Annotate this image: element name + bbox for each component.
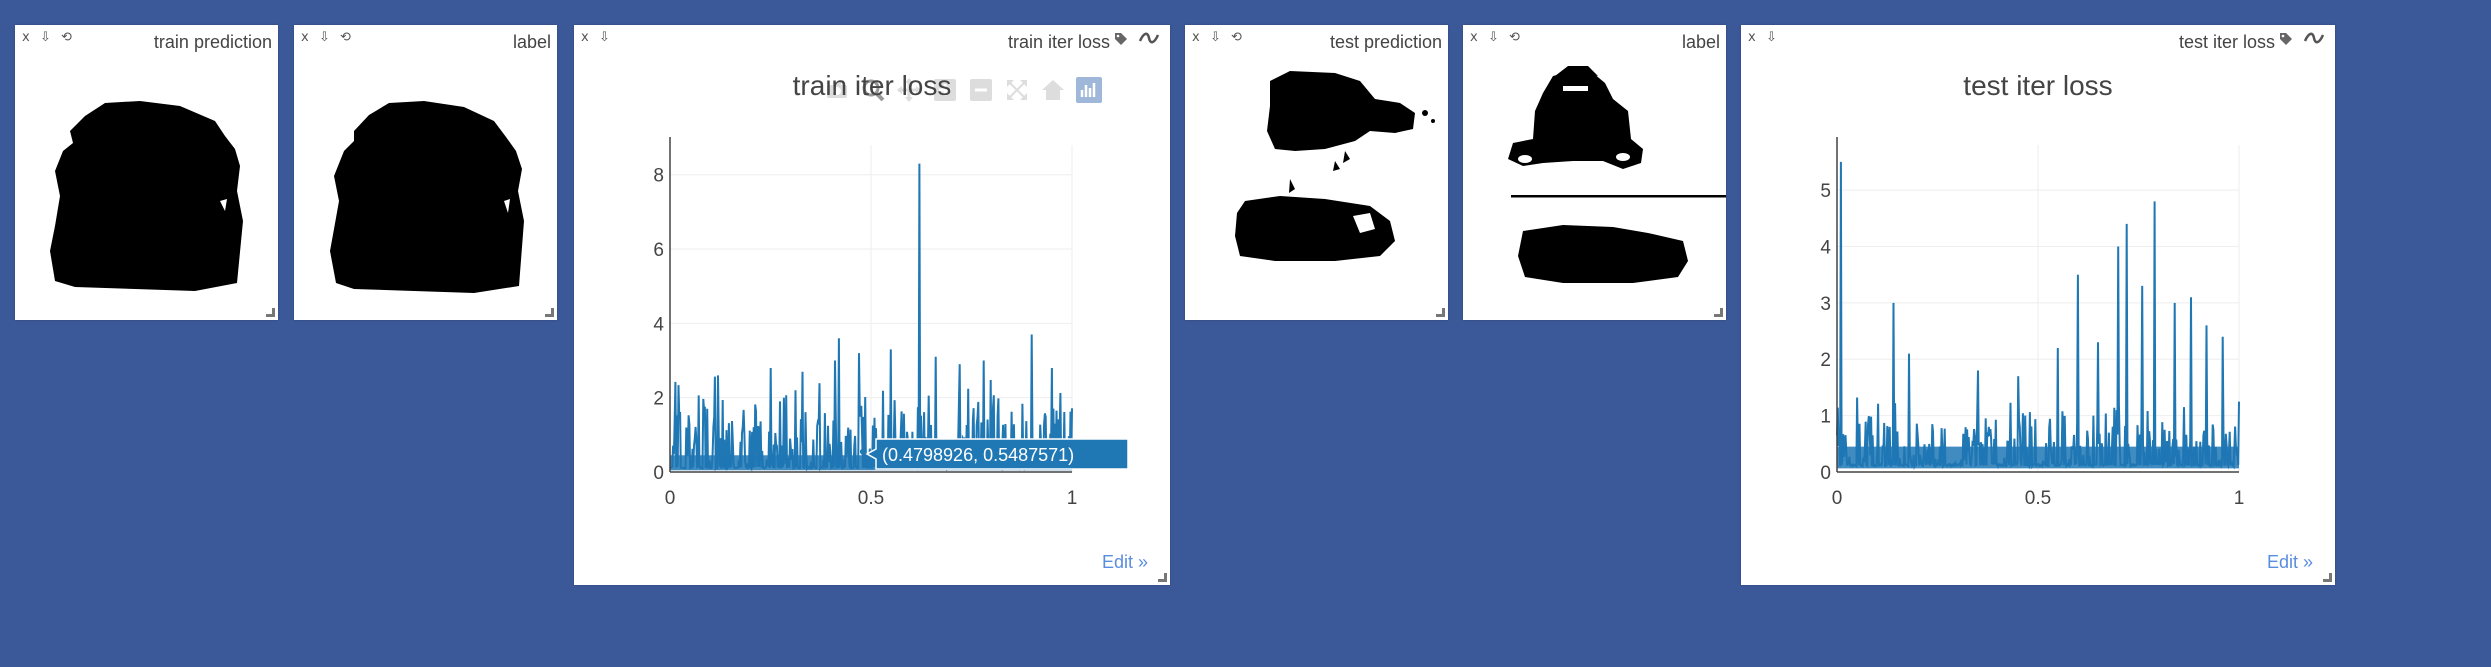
y-tick-label: 3 [1820, 294, 1831, 315]
close-icon[interactable]: x [22, 31, 30, 45]
train-iter-loss-chart: train iter loss 0 2 4 6 8 0 0.5 1 [653, 70, 1078, 509]
y-tick-label: 6 [653, 240, 664, 261]
edit-link[interactable]: Edit » [2267, 552, 2313, 573]
resize-handle-icon[interactable] [1158, 573, 1167, 582]
x-tick-label: 0.5 [2025, 488, 2051, 509]
close-icon[interactable]: x [1192, 31, 1200, 45]
panel-title: test prediction [1329, 32, 1442, 52]
series-dense-band [1837, 446, 2239, 469]
panel-titlebar: x ⇩ ⟲ label [1463, 25, 1726, 53]
resize-handle-icon[interactable] [545, 308, 554, 317]
close-icon[interactable]: x [1470, 31, 1478, 45]
chart-title: test iter loss [1963, 70, 2112, 101]
y-tick-label: 4 [1820, 237, 1831, 258]
panel-title: label [512, 32, 551, 52]
reset-icon[interactable]: ⟲ [61, 31, 72, 45]
panel-label-train: x ⇩ ⟲ label [294, 25, 557, 320]
test-label-image [1508, 66, 1726, 283]
panel-title: train prediction [153, 32, 272, 52]
resize-handle-icon[interactable] [266, 308, 275, 317]
y-tick-label: 0 [653, 463, 664, 484]
test-prediction-image [1235, 71, 1435, 261]
panel-test-iter-loss: x ⇩ test iter loss test iter loss 012345… [1741, 25, 2335, 585]
download-icon[interactable]: ⇩ [319, 31, 330, 45]
panel-titlebar: x ⇩ ⟲ train prediction [15, 25, 278, 53]
panel-test-prediction: x ⇩ ⟲ test prediction [1185, 25, 1448, 320]
edit-link[interactable]: Edit » [1102, 552, 1148, 573]
reset-icon[interactable]: ⟲ [1509, 31, 1520, 45]
panel-train-prediction: x ⇩ ⟲ train prediction [15, 25, 278, 320]
resize-handle-icon[interactable] [1436, 308, 1445, 317]
y-tick-label: 4 [653, 314, 664, 335]
train-prediction-image [50, 101, 243, 291]
y-tick-label: 5 [1820, 181, 1831, 202]
panel-label-test: x ⇩ ⟲ label [1463, 25, 1726, 320]
y-tick-label: 1 [1820, 407, 1831, 428]
reset-icon[interactable]: ⟲ [1231, 31, 1242, 45]
y-tick-label: 2 [653, 389, 664, 410]
reset-icon[interactable]: ⟲ [340, 31, 351, 45]
test-iter-loss-chart: test iter loss 0 1 2 3 4 5 0 0.5 1 [1820, 70, 2245, 509]
y-tick-label: 2 [1820, 350, 1831, 371]
x-tick-label: 1 [1067, 488, 1078, 509]
x-tick-label: 1 [2234, 488, 2245, 509]
chart-title: train iter loss [793, 70, 952, 101]
panel-titlebar: x ⇩ ⟲ test prediction [1185, 25, 1448, 53]
panel-titlebar: x ⇩ ⟲ label [294, 25, 557, 53]
tooltip-text: (0.4798926, 0.5487571) [882, 445, 1075, 465]
resize-handle-icon[interactable] [2323, 573, 2332, 582]
resize-handle-icon[interactable] [1714, 308, 1723, 317]
x-tick-label: 0 [1832, 488, 1843, 509]
close-icon[interactable]: x [301, 31, 309, 45]
download-icon[interactable]: ⇩ [1210, 31, 1221, 45]
panel-title: label [1681, 32, 1720, 52]
chart-grid [1836, 145, 2240, 473]
x-tick-label: 0 [665, 488, 676, 509]
y-tick-label: 8 [653, 166, 664, 187]
download-icon[interactable]: ⇩ [40, 31, 51, 45]
x-tick-label: 0.5 [858, 488, 884, 509]
panel-train-iter-loss: x ⇩ train iter loss train iter loss 0246… [574, 25, 1170, 585]
y-tick-label: 0 [1820, 463, 1831, 484]
train-label-image [330, 101, 524, 293]
download-icon[interactable]: ⇩ [1488, 31, 1499, 45]
